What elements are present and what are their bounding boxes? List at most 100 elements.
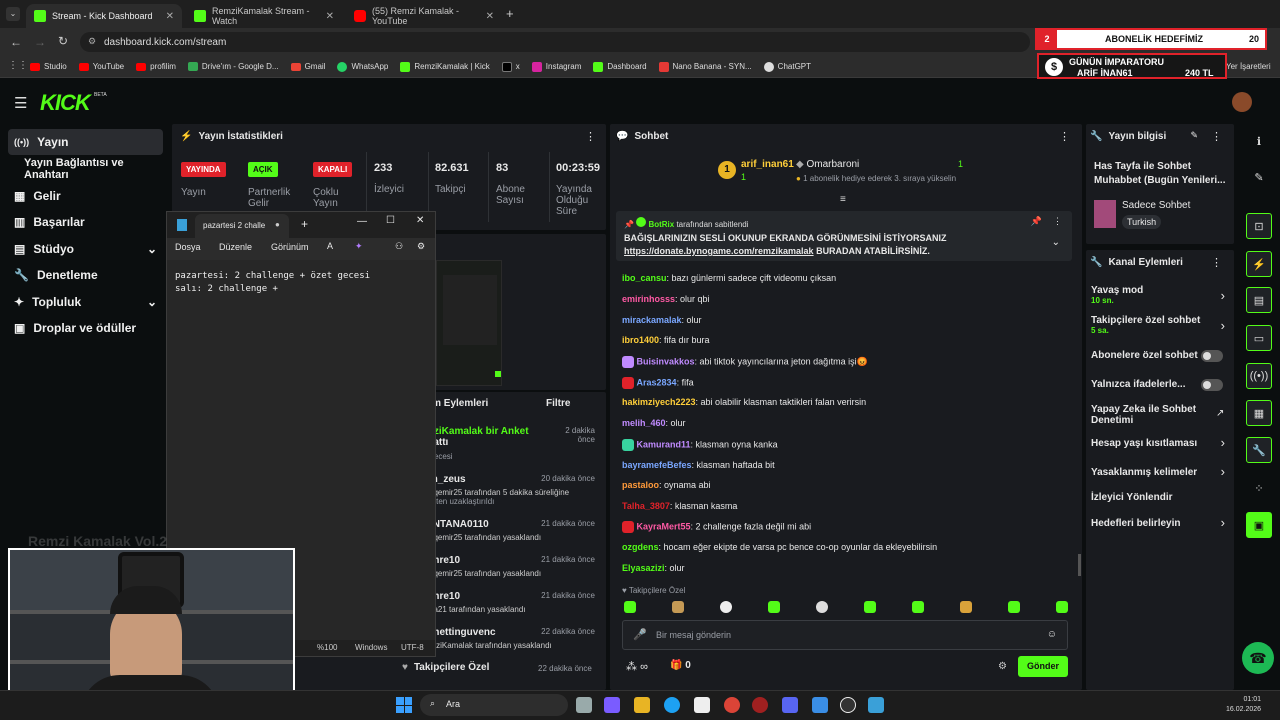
bookmark-gmail[interactable]: Gmail	[290, 62, 325, 71]
minimize-icon[interactable]: —	[357, 216, 367, 227]
sidebar-item-studyo[interactable]: ▤ Stüdyo ⌄	[8, 236, 163, 262]
back-icon[interactable]: ←	[10, 35, 22, 49]
notepad-tab[interactable]: pazartesi 2 challe ●	[195, 214, 289, 238]
kick-logo[interactable]: KICK	[40, 90, 91, 116]
sidebar-item-topluluk[interactable]: ✦ Topluluk ⌄	[8, 289, 163, 315]
chat-icon[interactable]: ▭	[1246, 325, 1272, 351]
emote-only-toggle[interactable]	[1201, 379, 1223, 391]
emote-icon[interactable]	[672, 601, 684, 613]
chat-scrollbar[interactable]	[1078, 554, 1081, 576]
tab-search-icon[interactable]: ⌄	[6, 7, 20, 21]
more-icon[interactable]: ⋮	[1211, 130, 1222, 143]
filter-button[interactable]: Filtre	[546, 398, 570, 409]
store-icon[interactable]	[694, 697, 710, 713]
send-button[interactable]: Gönder	[1018, 656, 1068, 677]
more-icon[interactable]: ⋮	[585, 130, 596, 143]
chevron-down-icon[interactable]: ⌄	[1052, 237, 1060, 248]
action-emote-only[interactable]: Yalnızca ifadelerle...	[1091, 379, 1229, 391]
menu-duzenle[interactable]: Düzenle	[219, 242, 252, 252]
sidebar-item-denetleme[interactable]: 🔧 Denetleme	[8, 262, 163, 288]
sidebar-item-droplar[interactable]: ▣ Droplar ve ödüller	[8, 315, 163, 341]
bookmark-nano-banana[interactable]: Nano Banana - SYN...	[658, 61, 752, 72]
action-followers-only[interactable]: Takipçilere özel sohbet 5 sa. ›	[1091, 315, 1229, 335]
more-icon[interactable]: ⋮	[1053, 216, 1062, 227]
new-tab-button[interactable]: +	[506, 6, 514, 21]
bookmark-folder[interactable]: Yer İşaretleri	[1226, 62, 1271, 71]
menu-gorunum[interactable]: Görünüm	[271, 242, 309, 252]
site-info-icon[interactable]: ⚙	[88, 36, 96, 47]
reload-icon[interactable]: ↻	[58, 34, 68, 48]
emote-icon[interactable]	[864, 601, 876, 613]
app-icon[interactable]	[812, 697, 828, 713]
avatar[interactable]	[1232, 92, 1252, 112]
layout-icon[interactable]: ▦	[1246, 400, 1272, 426]
collapse-icon[interactable]: ≡	[840, 194, 846, 205]
start-icon[interactable]	[396, 697, 412, 713]
document-icon[interactable]: ▤	[1246, 287, 1272, 313]
image-icon[interactable]: ▣	[1246, 512, 1272, 538]
emote-icon[interactable]	[912, 601, 924, 613]
action-raid[interactable]: İzleyici Yönlendir	[1091, 492, 1229, 503]
wrench-icon[interactable]: 🔧	[1246, 437, 1272, 463]
url-field[interactable]: ⚙ dashboard.kick.com/stream	[80, 32, 1030, 52]
clock[interactable]: 01:01 16.02.2026	[1226, 695, 1261, 715]
task-view-icon[interactable]	[576, 697, 592, 713]
more-icon[interactable]: ⋮	[1059, 130, 1070, 143]
taskbar-search[interactable]: ⌕ Ara	[420, 694, 568, 716]
lightning-icon[interactable]: ⚡	[1246, 251, 1272, 277]
emote-icon[interactable]	[960, 601, 972, 613]
sidebar-item-yayin[interactable]: ((•)) Yayın	[8, 129, 163, 155]
chrome-icon[interactable]	[724, 697, 740, 713]
emote-icon[interactable]	[816, 601, 828, 613]
apps-icon[interactable]: ⁘	[1246, 475, 1272, 501]
edge-icon[interactable]	[664, 697, 680, 713]
info-icon[interactable]: ℹ	[1246, 128, 1272, 154]
action-subscribers-only[interactable]: Abonelere özel sohbet	[1091, 350, 1229, 362]
action-set-goals[interactable]: Hedefleri belirleyin ›	[1091, 515, 1229, 530]
tab-kick-dashboard[interactable]: Stream - Kick Dashboard ✕	[26, 4, 182, 28]
chat-input[interactable]: 🎤 Bir mesaj gönderin ☺	[622, 620, 1068, 650]
bookmark-profilim[interactable]: profilim	[136, 62, 176, 71]
copilot-icon[interactable]: ✦	[355, 241, 363, 252]
apps-grid-icon[interactable]: ⋮⋮	[8, 60, 28, 71]
broadcast-icon[interactable]: ((•))	[1246, 363, 1272, 389]
action-account-age[interactable]: Hesap yaşı kısıtlaması ›	[1091, 435, 1229, 450]
action-slow-mode[interactable]: Yavaş mod 10 sn. ›	[1091, 285, 1229, 305]
capture-icon[interactable]: ⊡	[1246, 213, 1272, 239]
edit-icon[interactable]: ✎	[1190, 130, 1198, 141]
points-display[interactable]: ⁂ ∞	[626, 660, 648, 673]
emote-icon[interactable]	[720, 601, 732, 613]
close-icon[interactable]: ✕	[486, 11, 494, 22]
emoji-icon[interactable]: ☺	[1047, 629, 1057, 640]
forward-icon[interactable]: →	[34, 35, 46, 49]
sidebar-item-basarilar[interactable]: ▥ Başarılar	[8, 209, 163, 235]
discord-icon[interactable]	[782, 697, 798, 713]
close-icon[interactable]: ✕	[416, 215, 424, 226]
tab-kick-watch[interactable]: RemziKamalak Stream - Watch ✕	[186, 4, 342, 28]
close-icon[interactable]: ✕	[326, 11, 334, 22]
bookmark-x[interactable]: x	[501, 61, 520, 72]
subscribers-only-toggle[interactable]	[1201, 350, 1223, 362]
bookmark-dashboard[interactable]: Dashboard	[593, 61, 647, 72]
new-tab-button[interactable]: +	[301, 217, 308, 231]
notepad-icon[interactable]	[868, 697, 884, 713]
stream-preview[interactable]	[436, 260, 502, 386]
category-name[interactable]: Sadece Sohbet	[1122, 200, 1190, 211]
gifter-name[interactable]: arif_inan61	[741, 159, 794, 170]
donate-link[interactable]: https://donate.bynogame.com/remzikamalak	[624, 246, 814, 256]
file-explorer-icon[interactable]	[634, 697, 650, 713]
channel-points[interactable]: 🎁 0	[670, 660, 691, 671]
maximize-icon[interactable]: ☐	[386, 215, 395, 226]
action-banned-words[interactable]: Yasaklanmış kelimeler ›	[1091, 464, 1229, 479]
emote-icon[interactable]	[1008, 601, 1020, 613]
bookmark-studio[interactable]: Studio	[30, 62, 67, 71]
close-icon[interactable]: ✕	[166, 11, 174, 22]
settings-icon[interactable]: ⚙	[417, 241, 425, 252]
bookmark-drive[interactable]: Drive'ım - Google D...	[187, 62, 279, 71]
sidebar-item-gelir[interactable]: ▦ Gelir	[8, 183, 163, 209]
obs-icon[interactable]	[840, 697, 856, 713]
recorder-icon[interactable]	[752, 697, 768, 713]
emote-icon[interactable]	[1056, 601, 1068, 613]
support-icon[interactable]: ☎	[1242, 642, 1274, 674]
sidebar-item-stream-key[interactable]: Yayın Bağlantısı ve Anahtarı	[18, 156, 168, 182]
